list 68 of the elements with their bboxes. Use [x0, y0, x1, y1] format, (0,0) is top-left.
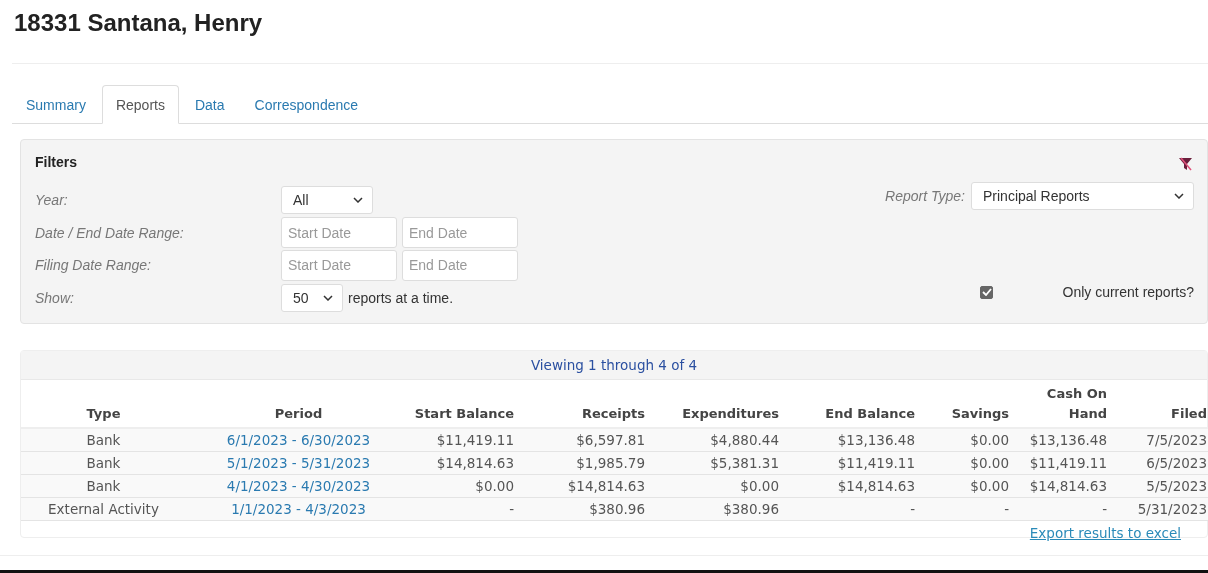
page-title: 18331 Santana, Henry	[13, 8, 264, 38]
filter-note: reports at a time.	[348, 289, 454, 306]
column-header: Cash On Hand	[1046, 386, 1107, 421]
select-field[interactable]: 50	[281, 283, 343, 312]
table-cell: $0.00	[475, 478, 514, 494]
table-cell: -	[910, 501, 915, 517]
table-cell: Bank	[86, 455, 121, 471]
table-cell: $11,419.11	[1029, 455, 1107, 471]
filter-label: Report Type:	[885, 188, 965, 204]
table-cell: 5/5/2023	[1146, 478, 1207, 494]
tab[interactable]: Correspondence	[240, 85, 373, 124]
date-field[interactable]: End Date	[402, 249, 518, 281]
filter-label: Show:	[35, 289, 75, 306]
column-header: Savings	[951, 406, 1009, 421]
table-cell: $13,136.48	[1029, 432, 1107, 448]
table-cell: $14,814.63	[837, 478, 915, 494]
date-field[interactable]: End Date	[402, 217, 518, 249]
table-cell: 5/31/2023	[1137, 501, 1207, 517]
table-cell: $13,136.48	[837, 432, 915, 448]
date-field[interactable]: Start Date	[281, 217, 397, 249]
filter-label: Year:	[35, 192, 69, 209]
column-header: Expenditures	[682, 406, 779, 421]
checkbox-label: Only current reports?	[1062, 284, 1194, 300]
export-link[interactable]: Export results to excel	[1029, 525, 1181, 541]
chevron-icon	[1174, 193, 1184, 199]
table-cell: $14,814.63	[1029, 478, 1107, 494]
select-field[interactable]: All	[281, 186, 373, 215]
column-header: Filed	[1171, 406, 1207, 421]
column-header: End Balance	[825, 406, 915, 421]
column-header: Start Balance	[414, 406, 514, 421]
table-cell: -	[509, 501, 514, 517]
table-cell: Bank	[86, 432, 121, 448]
chevron-icon	[323, 294, 333, 301]
table-cell: -	[1102, 501, 1107, 517]
table-cell: $6,597.81	[576, 432, 645, 448]
table-cell: $0.00	[970, 478, 1009, 494]
table-cell: $11,419.11	[837, 455, 915, 471]
filters-heading: Filters	[35, 154, 78, 172]
column-header: Receipts	[581, 406, 645, 421]
filter-label: Date / End Date Range:	[35, 224, 185, 241]
table-cell: -	[1004, 501, 1009, 517]
table-cell: $4,880.44	[710, 432, 779, 448]
select-field[interactable]: Principal Reports	[971, 182, 1194, 210]
tab[interactable]: Summary	[12, 85, 100, 124]
table-cell: $11,419.11	[436, 432, 514, 448]
table-cell: 7/5/2023	[1146, 432, 1207, 448]
table-cell: $5,381.31	[710, 455, 779, 471]
table-cell: $14,814.63	[436, 455, 514, 471]
table-cell: $380.96	[589, 501, 645, 517]
tab[interactable]: Data	[180, 85, 239, 124]
date-field[interactable]: Start Date	[281, 249, 397, 281]
column-header: Type	[86, 406, 121, 421]
table-cell: $0.00	[970, 432, 1009, 448]
table-cell: External Activity	[48, 501, 159, 517]
results-count: Viewing 1 through 4 of 4	[530, 357, 698, 373]
table-cell: $380.96	[723, 501, 779, 517]
table-cell: $0.00	[970, 455, 1009, 471]
table-cell: $1,985.79	[576, 455, 645, 471]
table-cell: 6/5/2023	[1146, 455, 1207, 471]
table-cell: Bank	[86, 478, 121, 494]
chevron-icon	[353, 197, 363, 204]
table-cell: $0.00	[740, 478, 779, 494]
table-cell: $14,814.63	[567, 478, 645, 494]
filter-label: Filing Date Range:	[35, 257, 152, 274]
filter-icon[interactable]	[1178, 157, 1193, 171]
tab[interactable]: Reports	[101, 85, 179, 124]
checkbox[interactable]	[980, 285, 993, 299]
column-header: Period	[274, 406, 323, 421]
